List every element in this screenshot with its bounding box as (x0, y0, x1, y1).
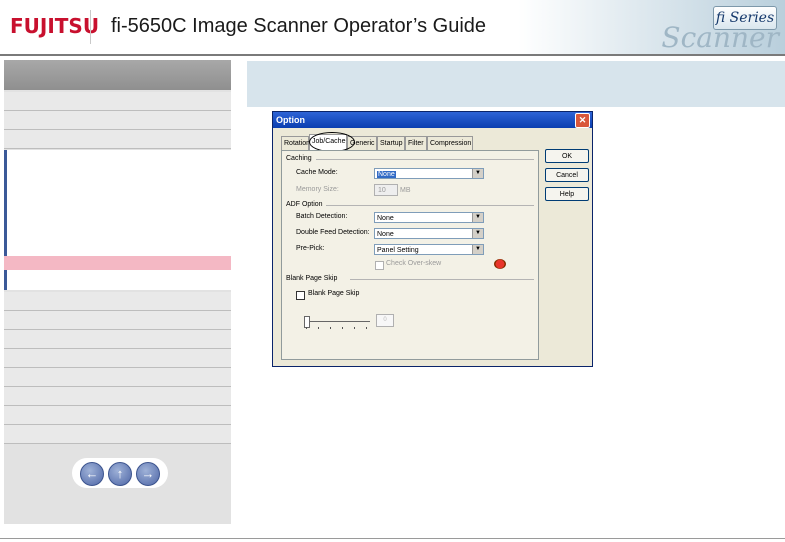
sidebar-item[interactable] (4, 406, 231, 425)
memory-size-label: Memory Size: (296, 186, 339, 193)
blank-page-skip-label: Blank Page Skip (308, 290, 360, 297)
cancel-button[interactable]: Cancel (545, 168, 589, 182)
footer-divider (0, 538, 785, 539)
up-arrow-icon[interactable]: ↑ (108, 462, 132, 486)
tab-startup[interactable]: Startup (377, 136, 405, 150)
fi-series-badge: fi Series (713, 6, 777, 30)
check-overskew-checkbox[interactable] (375, 261, 384, 270)
sidebar-item[interactable] (4, 349, 231, 368)
memory-size-stepper[interactable]: 10 (374, 184, 398, 196)
blank-page-skip-checkbox[interactable] (296, 291, 305, 300)
header-divider (0, 54, 785, 56)
logo-separator (90, 10, 91, 44)
sidebar-header-bar (4, 60, 231, 90)
series-banner: Scanner fi Series (518, 0, 785, 54)
job-cache-panel: Caching Cache Mode: None ▼ Memory Size: … (281, 150, 539, 360)
sidebar-item-current[interactable] (4, 256, 231, 270)
batch-detection-value: None (377, 215, 394, 222)
sidebar-item[interactable] (4, 292, 231, 311)
sidebar-item[interactable] (4, 330, 231, 349)
chevron-down-icon: ▼ (472, 245, 483, 254)
warning-icon (494, 259, 506, 269)
batch-detection-label: Batch Detection: (296, 213, 348, 220)
page-title: fi-5650C Image Scanner Operator’s Guide (111, 15, 487, 37)
close-icon[interactable]: ✕ (575, 113, 590, 128)
sidebar-item[interactable] (4, 387, 231, 406)
cache-mode-label: Cache Mode: (296, 169, 338, 176)
blank-page-group-label: Blank Page Skip (286, 275, 338, 282)
adf-group-label: ADF Option (286, 201, 323, 208)
dialog-titlebar: Option ✕ (273, 112, 592, 128)
double-feed-select[interactable]: None ▼ (374, 228, 484, 239)
blank-page-slider-thumb[interactable] (304, 316, 310, 328)
sidebar-item[interactable] (4, 311, 231, 330)
group-divider (350, 279, 534, 280)
sidebar-item[interactable] (4, 130, 231, 149)
tab-job-cache[interactable]: Job/Cache (309, 134, 347, 150)
page-navigation: ← ↑ → (72, 458, 168, 488)
group-divider (316, 159, 534, 160)
blank-page-slider-track[interactable] (304, 321, 370, 322)
chevron-down-icon: ▼ (472, 169, 483, 178)
sidebar-item[interactable] (4, 425, 231, 444)
caching-group-label: Caching (286, 155, 312, 162)
tab-filter[interactable]: Filter (405, 136, 427, 150)
sidebar: ← ↑ → (4, 60, 231, 524)
sidebar-item[interactable] (4, 92, 231, 111)
tab-generic[interactable]: Generic (347, 136, 377, 150)
batch-detection-select[interactable]: None ▼ (374, 212, 484, 223)
cache-mode-value: None (377, 171, 396, 178)
ok-button[interactable]: OK (545, 149, 589, 163)
chevron-down-icon: ▼ (472, 213, 483, 222)
double-feed-value: None (377, 231, 394, 238)
option-dialog: Option ✕ Rotation Job/Cache Generic Star… (272, 111, 593, 367)
back-arrow-icon[interactable]: ← (80, 462, 104, 486)
help-button[interactable]: Help (545, 187, 589, 201)
sidebar-item[interactable] (4, 368, 231, 387)
prepick-value: Panel Setting (377, 247, 419, 254)
tab-rotation[interactable]: Rotation (281, 136, 310, 150)
chevron-down-icon: ▼ (472, 229, 483, 238)
check-overskew-label: Check Over-skew (386, 260, 442, 267)
forward-arrow-icon[interactable]: → (136, 462, 160, 486)
fujitsu-logo: FUJITSU (10, 14, 100, 38)
double-feed-label: Double Feed Detection: (296, 229, 370, 236)
prepick-label: Pre-Pick: (296, 245, 325, 252)
dialog-title: Option (276, 115, 305, 125)
group-divider (326, 205, 534, 206)
prepick-select[interactable]: Panel Setting ▼ (374, 244, 484, 255)
tab-compression[interactable]: Compression (427, 136, 473, 150)
sidebar-item[interactable] (4, 111, 231, 130)
header: FUJITSU fi-5650C Image Scanner Operator’… (0, 0, 785, 54)
memory-unit-label: MB (400, 187, 411, 194)
cache-mode-select[interactable]: None ▼ (374, 168, 484, 179)
content-banner (247, 61, 785, 107)
blank-page-value-box[interactable]: 0 (376, 314, 394, 327)
